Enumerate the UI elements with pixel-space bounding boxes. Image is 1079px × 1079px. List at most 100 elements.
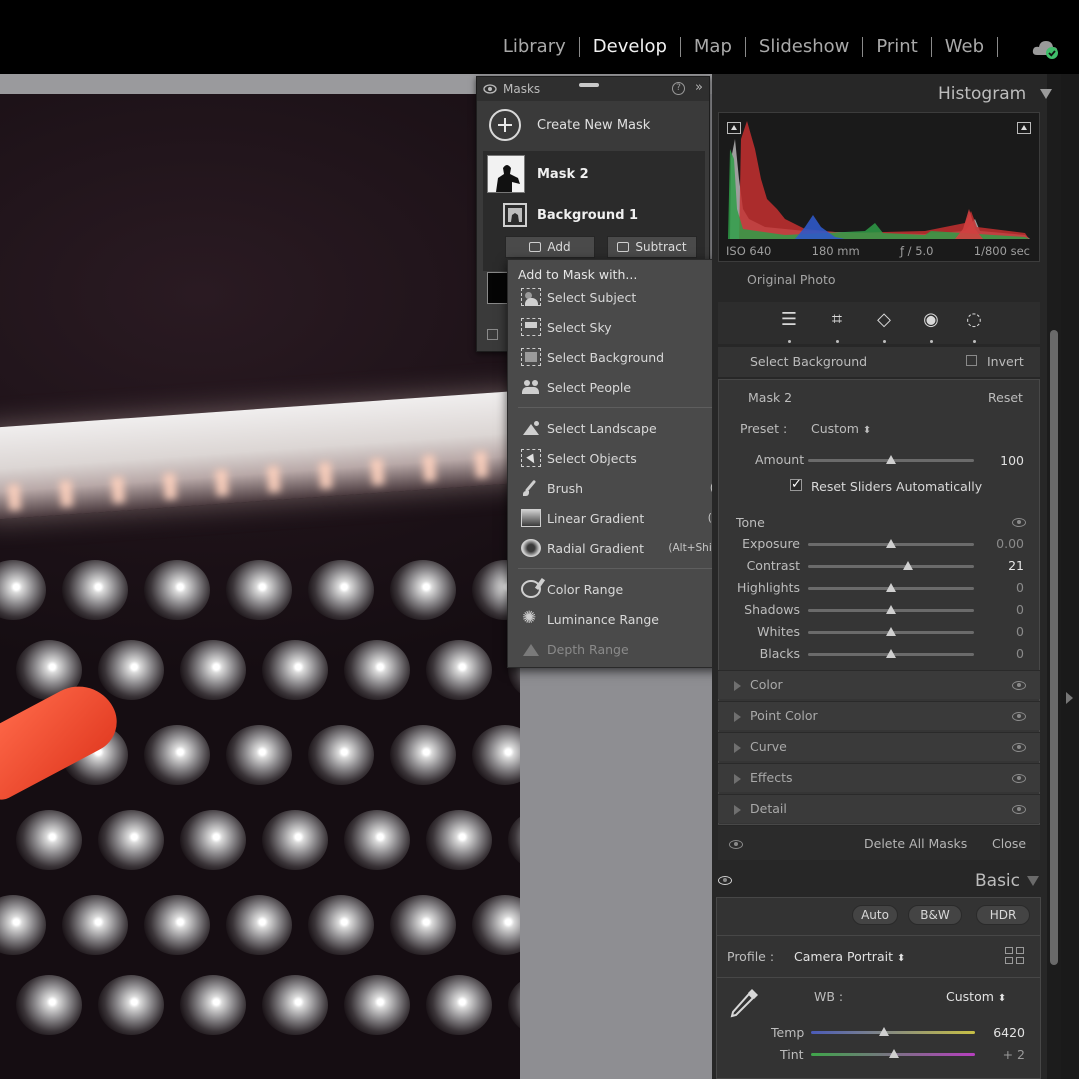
section-label: Color	[750, 677, 783, 692]
histogram[interactable]	[718, 112, 1040, 262]
slider-thumb[interactable]	[903, 561, 913, 570]
section-effects[interactable]: Effects	[718, 763, 1040, 792]
slider-value[interactable]: 0	[974, 624, 1024, 639]
bw-button[interactable]: B&W	[908, 905, 962, 925]
cloud-sync-icon[interactable]	[1031, 38, 1059, 60]
photo-image[interactable]	[0, 94, 520, 1079]
photo-led-light	[180, 640, 246, 700]
masking-icon[interactable]: ◌	[963, 309, 985, 331]
slider-thumb[interactable]	[886, 627, 896, 636]
slider-thumb[interactable]	[886, 583, 896, 592]
show-overlay-checkbox[interactable]	[487, 329, 498, 340]
slider-thumb[interactable]	[889, 1049, 899, 1058]
subtract-label: Subtract	[635, 240, 687, 254]
tone-slider[interactable]	[808, 627, 974, 636]
collapse-icon[interactable]: »	[695, 80, 703, 95]
preset-dropdown[interactable]: Custom ⬍	[811, 421, 871, 436]
close-button[interactable]: Close	[992, 836, 1026, 851]
basic-panel-header[interactable]: Basic	[712, 864, 1047, 896]
create-new-mask-button[interactable]: Create New Mask	[477, 101, 709, 149]
edit-sliders-icon[interactable]: ☰	[778, 309, 800, 331]
eye-icon[interactable]	[1012, 681, 1026, 690]
module-web[interactable]: Web	[945, 36, 984, 57]
slider-value[interactable]: 0	[974, 580, 1024, 595]
slider-thumb[interactable]	[886, 455, 896, 464]
eye-icon[interactable]	[483, 84, 497, 94]
wb-dropdown[interactable]: Custom ⬍	[946, 989, 1006, 1004]
photo-led-light	[508, 810, 520, 870]
module-print[interactable]: Print	[876, 36, 917, 57]
add-button[interactable]: Add	[505, 236, 595, 258]
histogram-header[interactable]: Histogram	[938, 84, 1052, 104]
eye-icon[interactable]	[1012, 518, 1026, 527]
mask-item-mask-2[interactable]: Mask 2	[487, 155, 589, 193]
slider-value[interactable]: 0	[974, 646, 1024, 661]
expand-triangle-icon	[734, 712, 741, 722]
eye-icon[interactable]	[1012, 712, 1026, 721]
red-eye-icon[interactable]: ◉	[920, 309, 942, 331]
tone-slider[interactable]	[808, 649, 974, 658]
invert-checkbox[interactable]	[966, 355, 977, 366]
tint-slider[interactable]	[811, 1049, 975, 1058]
eraser-icon[interactable]: ◇	[873, 309, 895, 331]
help-icon[interactable]: ?	[672, 82, 685, 95]
tint-value[interactable]: + 2	[975, 1047, 1025, 1062]
module-develop[interactable]: Develop	[593, 36, 667, 57]
amount-value[interactable]: 100	[974, 453, 1024, 468]
amount-slider[interactable]	[808, 455, 974, 464]
hdr-button[interactable]: HDR	[976, 905, 1030, 925]
eye-icon[interactable]	[729, 840, 743, 849]
profile-browser-grid-icon[interactable]	[1005, 947, 1025, 965]
section-color[interactable]: Color	[718, 670, 1040, 699]
temp-label: Temp	[771, 1025, 805, 1040]
tone-slider[interactable]	[808, 539, 974, 548]
tone-slider[interactable]	[808, 583, 974, 592]
photo-led-light	[180, 810, 246, 870]
reset-button[interactable]: Reset	[988, 390, 1023, 405]
slider-thumb[interactable]	[886, 539, 896, 548]
module-separator	[578, 36, 580, 57]
mask-component-background-1[interactable]: Background 1	[503, 203, 638, 227]
profile-dropdown[interactable]: Camera Portrait ⬍	[794, 949, 905, 964]
eye-icon[interactable]	[718, 876, 732, 885]
section-detail[interactable]: Detail	[718, 794, 1040, 823]
module-map[interactable]: Map	[694, 36, 732, 57]
photo-light-bar	[0, 389, 520, 521]
tone-slider[interactable]	[808, 605, 974, 614]
slider-value[interactable]: 0.00	[974, 536, 1024, 551]
slider-label: Whites	[757, 624, 800, 639]
temp-slider[interactable]	[811, 1027, 975, 1036]
subtract-button[interactable]: Subtract	[607, 236, 697, 258]
slider-thumb[interactable]	[886, 649, 896, 658]
photo-led-light	[308, 895, 374, 955]
module-library[interactable]: Library	[503, 36, 566, 57]
eye-icon[interactable]	[1012, 805, 1026, 814]
subtract-icon	[617, 242, 630, 252]
photo-led-light	[472, 895, 520, 955]
auto-button[interactable]: Auto	[852, 905, 898, 925]
white-balance-picker-icon[interactable]	[726, 985, 762, 1021]
crop-icon[interactable]: ⌗	[826, 309, 848, 331]
reset-sliders-checkbox[interactable]: ✓	[790, 478, 802, 491]
brush-icon	[521, 479, 541, 497]
slider-value[interactable]: 21	[974, 558, 1024, 573]
eye-icon[interactable]	[1012, 743, 1026, 752]
tone-slider[interactable]	[808, 561, 974, 570]
drag-handle-icon[interactable]	[579, 83, 599, 87]
section-point-color[interactable]: Point Color	[718, 701, 1040, 730]
slider-thumb[interactable]	[886, 605, 896, 614]
mask-component-row[interactable]: Select Background Invert	[718, 347, 1040, 377]
mask-component-name: Select Background	[750, 354, 868, 369]
eye-icon[interactable]	[1012, 774, 1026, 783]
section-curve[interactable]: Curve	[718, 732, 1040, 761]
masks-panel-header[interactable]: Masks ? »	[477, 77, 709, 101]
expand-right-arrow-icon[interactable]	[1066, 692, 1073, 704]
invert-label: Invert	[987, 354, 1024, 369]
slider-thumb[interactable]	[879, 1027, 889, 1036]
delete-all-masks-button[interactable]: Delete All Masks	[864, 836, 967, 851]
scrollbar-thumb[interactable]	[1050, 330, 1058, 965]
module-slideshow[interactable]: Slideshow	[759, 36, 849, 57]
photo-led-light	[308, 560, 374, 620]
temp-value[interactable]: 6420	[975, 1025, 1025, 1040]
slider-value[interactable]: 0	[974, 602, 1024, 617]
